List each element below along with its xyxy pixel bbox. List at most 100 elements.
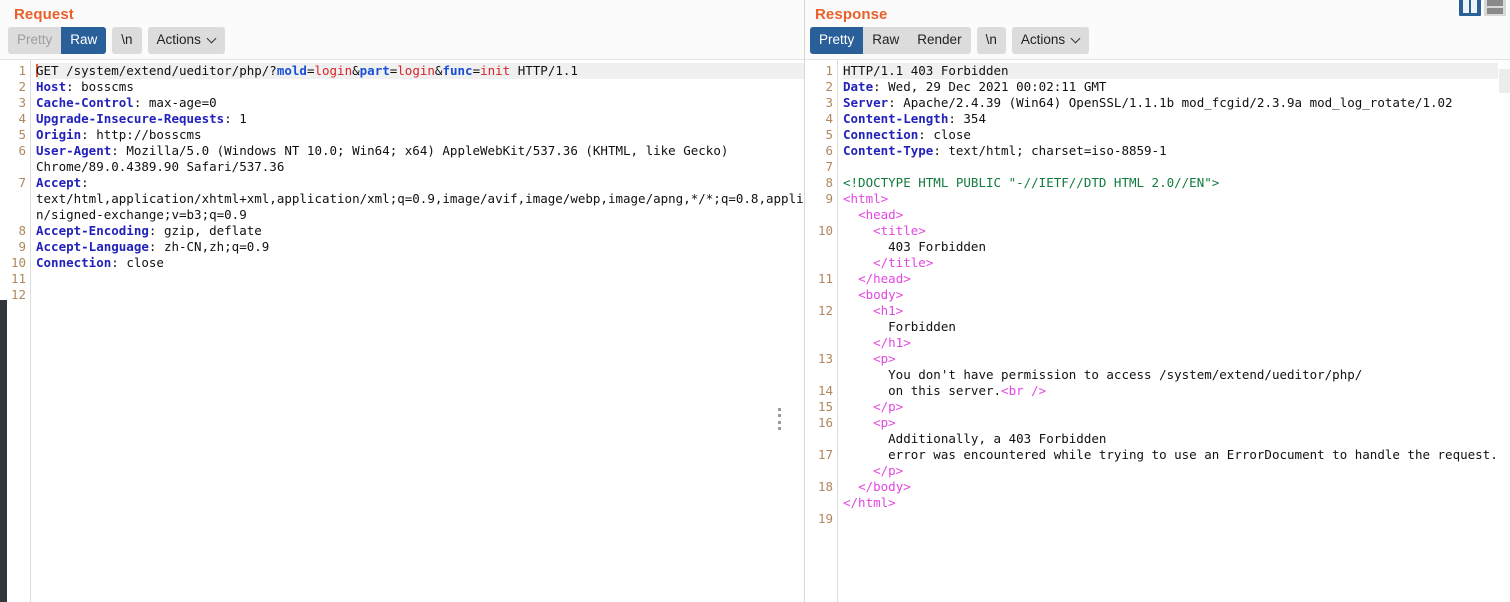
response-line-number: 19 (817, 510, 833, 526)
request-line-number: 4 (18, 110, 26, 126)
response-code-token: </html> (843, 494, 896, 510)
response-code-token: Content-Length (843, 110, 949, 126)
response-line-number (805, 431, 833, 447)
request-code-token: : close (111, 254, 164, 270)
response-code-line: <!DOCTYPE HTML PUBLIC "-//IETF//DTD HTML… (843, 175, 1510, 191)
response-code-line: <title> (843, 223, 1510, 239)
request-code-token: = (472, 62, 481, 78)
request-code-token: Accept-Encoding (36, 222, 149, 238)
request-line-number: 6 (18, 142, 26, 158)
response-code-token: </head> (858, 270, 911, 286)
request-code-token: Connection (36, 254, 112, 270)
response-code-line: </p> (843, 463, 1510, 479)
response-code-token: Content-Type (843, 142, 934, 158)
http-message-viewer: Request Pretty Raw \n Actions 123456 7 89… (0, 0, 1510, 602)
response-line-number: 17 (817, 446, 833, 462)
request-code-line: User-Agent: Mozilla/5.0 (Windows NT 10.0… (36, 143, 805, 159)
response-code-token (843, 303, 873, 318)
response-line-number (805, 495, 833, 511)
response-code-token (843, 351, 873, 366)
vertical-split-layout-icon[interactable] (1459, 0, 1481, 16)
response-editor[interactable]: 123456789 10 11 12 13 14 15 16 17 18 19 HT… (805, 58, 1510, 602)
response-line-number (805, 367, 833, 383)
request-line-number: 9 (18, 238, 26, 254)
response-panel-title: Response (815, 6, 888, 23)
response-code-token: <p> (873, 350, 896, 366)
request-code-token: Accept (36, 174, 82, 190)
response-tab-render[interactable]: Render (908, 27, 971, 54)
response-view-tabgroup[interactable]: Pretty Raw Render (810, 27, 971, 54)
request-newline-button[interactable]: \n (112, 27, 142, 54)
response-code-token: <p> (873, 414, 896, 430)
response-code-line: Connection: close (843, 127, 1510, 143)
request-code-token: : (81, 174, 89, 190)
request-tab-pretty[interactable]: Pretty (8, 27, 62, 54)
response-code-token: <html> (843, 190, 889, 206)
response-tab-pretty[interactable]: Pretty (810, 27, 864, 54)
request-code-area[interactable]: GET /system/extend/ueditor/php/?mold = log… (31, 60, 805, 602)
response-code-line: </h1> (843, 335, 1510, 351)
response-code-line: </html> (843, 495, 1510, 511)
response-code-line: </head> (843, 271, 1510, 287)
response-code-token (843, 399, 873, 414)
request-code-token: mold (276, 62, 307, 78)
request-code-token: User-Agent (36, 142, 112, 158)
request-code-token: : http://bosscms (81, 126, 202, 142)
response-line-number: 15 (817, 398, 833, 414)
request-line-number: 1 (18, 62, 26, 78)
response-tab-raw[interactable]: Raw (863, 27, 909, 54)
response-pane: Response Pretty Raw Render \n Actions 1234… (805, 0, 1510, 602)
response-line-number: 3 (825, 94, 833, 110)
response-code-line: <p> (843, 415, 1510, 431)
request-code-line: Accept-Encoding: gzip, deflate (36, 223, 805, 239)
request-code-token: : zh-CN,zh;q=0.9 (148, 238, 270, 254)
response-line-number: 11 (817, 270, 833, 286)
response-code-line: You don't have permission to access /sys… (843, 367, 1510, 383)
response-code-token (843, 271, 858, 286)
response-code-token: </p> (873, 398, 904, 414)
response-code-token: Connection (843, 126, 919, 142)
response-newline-button[interactable]: \n (976, 27, 1006, 54)
response-actions-button[interactable]: Actions (1011, 27, 1090, 54)
response-code-token (843, 463, 873, 478)
request-code-token: : 1 (224, 110, 247, 126)
request-code-token: func (442, 62, 473, 78)
response-code-line: </p> (843, 399, 1510, 415)
response-code-area[interactable]: HTTP/1.1 403 Forbidden Date: Wed, 29 Dec … (838, 60, 1510, 602)
response-code-line: <p> (843, 351, 1510, 367)
response-vertical-scrollbar[interactable] (1498, 59, 1510, 602)
response-code-line: </body> (843, 479, 1510, 495)
response-code-line: Content-Length: 354 (843, 111, 1510, 127)
request-code-token: : bosscms (66, 78, 134, 94)
response-code-token: : Apache/2.4.39 (Win64) OpenSSL/1.1.1b m… (888, 94, 1453, 110)
response-line-number: 18 (817, 478, 833, 494)
response-actions-label: Actions (1020, 32, 1066, 47)
response-code-token (843, 479, 858, 494)
request-code-line: Accept-Language: zh-CN,zh;q=0.9 (36, 239, 805, 255)
request-line-number: 5 (18, 126, 26, 142)
request-view-tabgroup[interactable]: Pretty Raw (8, 27, 107, 54)
response-code-token: </title> (873, 254, 934, 270)
request-tab-raw[interactable]: Raw (61, 27, 107, 54)
request-actions-button[interactable]: Actions (147, 27, 225, 54)
scrollbar-thumb[interactable] (1499, 68, 1510, 93)
request-code-line (36, 271, 805, 287)
response-code-token: : 354 (948, 110, 986, 126)
response-code-token: <br /> (1001, 382, 1047, 398)
response-code-line: <html> (843, 191, 1510, 207)
response-code-line: Forbidden (843, 319, 1510, 335)
request-code-line: Origin: http://bosscms (36, 127, 805, 143)
request-vertical-scrollbar[interactable] (0, 299, 7, 602)
response-code-token: Forbidden (843, 318, 956, 334)
response-line-number (805, 207, 833, 223)
request-code-token: Chrome/89.0.4389.90 Safari/537.36 (36, 158, 285, 174)
pane-splitter-handle[interactable] (777, 408, 782, 430)
response-code-token: : Wed, 29 Dec 2021 00:02:11 GMT (873, 78, 1107, 94)
response-code-line: </title> (843, 255, 1510, 271)
request-editor[interactable]: 123456 7 8 9 10 11 12 GET /system/extend/ued… (0, 58, 805, 602)
response-code-token: <body> (858, 286, 904, 302)
request-line-number (0, 159, 26, 175)
request-panel-title: Request (14, 6, 74, 23)
response-code-token: You don't have permission to access /sys… (843, 366, 1363, 382)
horizontal-split-layout-icon[interactable] (1484, 0, 1506, 16)
